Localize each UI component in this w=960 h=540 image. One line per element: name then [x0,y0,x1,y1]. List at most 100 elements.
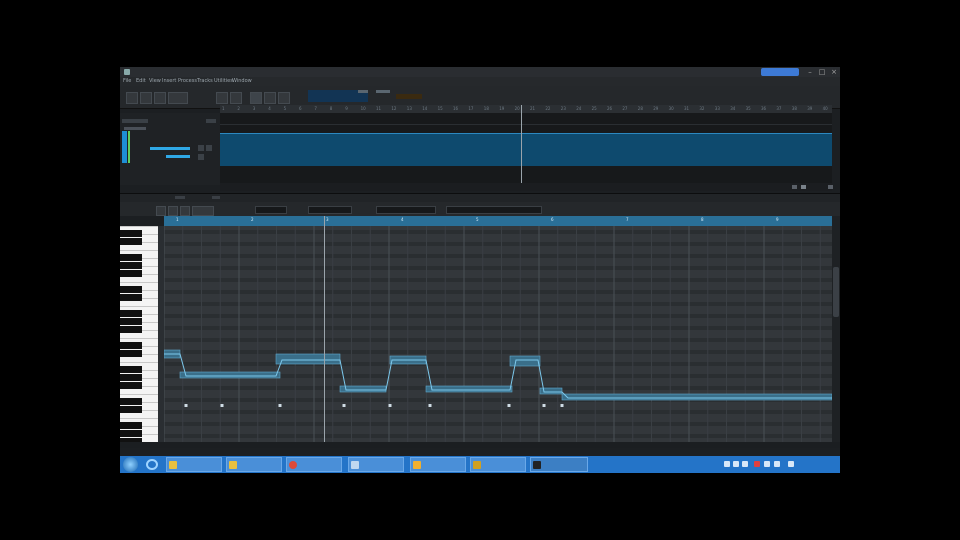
scrollbar-thumb[interactable] [833,267,839,317]
black-key[interactable] [120,262,142,269]
track-mute-button[interactable] [198,145,204,151]
browser-icon[interactable] [146,459,158,470]
pr-draw-button[interactable] [168,206,178,216]
piano-roll-now-cursor[interactable] [324,216,325,442]
grid-row [164,422,832,426]
black-key[interactable] [120,422,142,429]
vertical-scrollbar[interactable] [832,216,840,444]
track-solo-button[interactable] [206,145,212,151]
black-key[interactable] [120,238,142,245]
pr-field-4[interactable] [446,206,542,214]
menu-edit[interactable]: Edit [136,78,146,84]
taskbar-button-app[interactable] [348,457,404,472]
ruler-number: 33 [714,106,720,111]
menu-file[interactable]: File [123,78,131,84]
track-arm-button[interactable] [198,154,204,160]
pr-erase-button[interactable] [180,206,190,216]
pr-snap-field[interactable] [192,206,214,216]
track-view-options-button[interactable] [206,119,216,123]
black-key[interactable] [120,294,142,301]
tray-icon-1[interactable] [724,461,730,467]
black-key[interactable] [120,286,142,293]
folder-icon [229,461,237,469]
black-key[interactable] [120,350,142,357]
menu-view[interactable]: View [149,78,161,84]
taskbar-button-explorer[interactable] [166,457,222,472]
track-pan-fader[interactable] [166,155,190,158]
track-volume-fader[interactable] [150,147,190,150]
tempo-box[interactable] [396,94,422,99]
ruler-number: 34 [730,106,736,111]
menu-insert[interactable]: Insert [162,78,176,84]
timeline-ruler[interactable] [220,105,832,113]
menu-utilities[interactable]: Utilities [214,78,233,84]
taskbar-button-paint[interactable] [410,457,466,472]
ruler-number: 31 [684,106,690,111]
black-key[interactable] [120,398,142,405]
minimize-icon[interactable]: – [805,68,815,76]
taskbar-button-media[interactable] [470,457,526,472]
piano-keyboard[interactable] [120,226,158,445]
grid-row [164,306,832,310]
note-grid[interactable] [164,226,832,442]
black-key[interactable] [120,254,142,261]
volume-icon[interactable] [774,461,780,467]
pr-field-2[interactable] [308,206,352,214]
ruler-number: 27 [622,106,628,111]
smart-tool-button[interactable] [126,92,138,104]
black-key[interactable] [120,310,142,317]
black-key[interactable] [120,406,142,413]
menu-window[interactable]: Window [232,78,252,84]
black-key[interactable] [120,318,142,325]
black-key[interactable] [120,430,142,437]
midi-clip[interactable] [220,133,832,166]
flag-icon[interactable] [754,461,760,467]
menu-tracks[interactable]: Tracks [197,78,213,84]
black-key[interactable] [120,366,142,373]
draw-tool-button[interactable] [154,92,166,104]
pr-select-button[interactable] [156,206,166,216]
black-key[interactable] [120,374,142,381]
black-key[interactable] [120,270,142,277]
taskbar-button-daw[interactable] [530,457,588,472]
play-button[interactable] [250,92,262,104]
grid-row [164,234,832,238]
ruler-number: 22 [545,106,551,111]
menu-process[interactable]: Process [178,78,197,84]
grid-row [164,290,832,294]
tray-icon-2[interactable] [733,461,739,467]
tray-icon-3[interactable] [742,461,748,467]
midi-note [179,371,281,379]
horizontal-scrollbar[interactable] [120,442,840,448]
pr-field-1[interactable] [255,206,287,214]
keyboard-icon[interactable] [788,461,794,467]
stop-button[interactable] [230,92,242,104]
snap-button[interactable] [168,92,188,104]
now-time-cursor[interactable] [521,105,522,187]
pr-field-3[interactable] [376,206,436,214]
start-button[interactable] [123,457,138,472]
close-icon[interactable]: × [829,68,839,76]
zoom-slider-icon[interactable] [801,185,806,189]
black-key[interactable] [120,230,142,237]
taskbar-button-chrome[interactable] [286,457,342,472]
black-key[interactable] [120,326,142,333]
zoom-in-icon[interactable] [828,185,833,189]
tab-console[interactable] [212,196,220,199]
taskbar-button-folder[interactable] [226,457,282,472]
zoom-out-icon[interactable] [792,185,797,189]
network-icon[interactable] [764,461,770,467]
record-button[interactable] [264,92,276,104]
ruler-number: 38 [791,106,797,111]
black-key[interactable] [120,342,142,349]
select-tool-button[interactable] [140,92,152,104]
rewind-button[interactable] [216,92,228,104]
update-badge[interactable] [761,68,799,76]
grid-row [164,358,832,362]
loop-button[interactable] [278,92,290,104]
track-filter-field[interactable] [122,119,148,123]
black-key[interactable] [120,382,142,389]
maximize-icon[interactable]: □ [817,68,827,76]
tab-inspector[interactable] [175,196,185,199]
piano-roll-ruler[interactable] [164,216,832,226]
